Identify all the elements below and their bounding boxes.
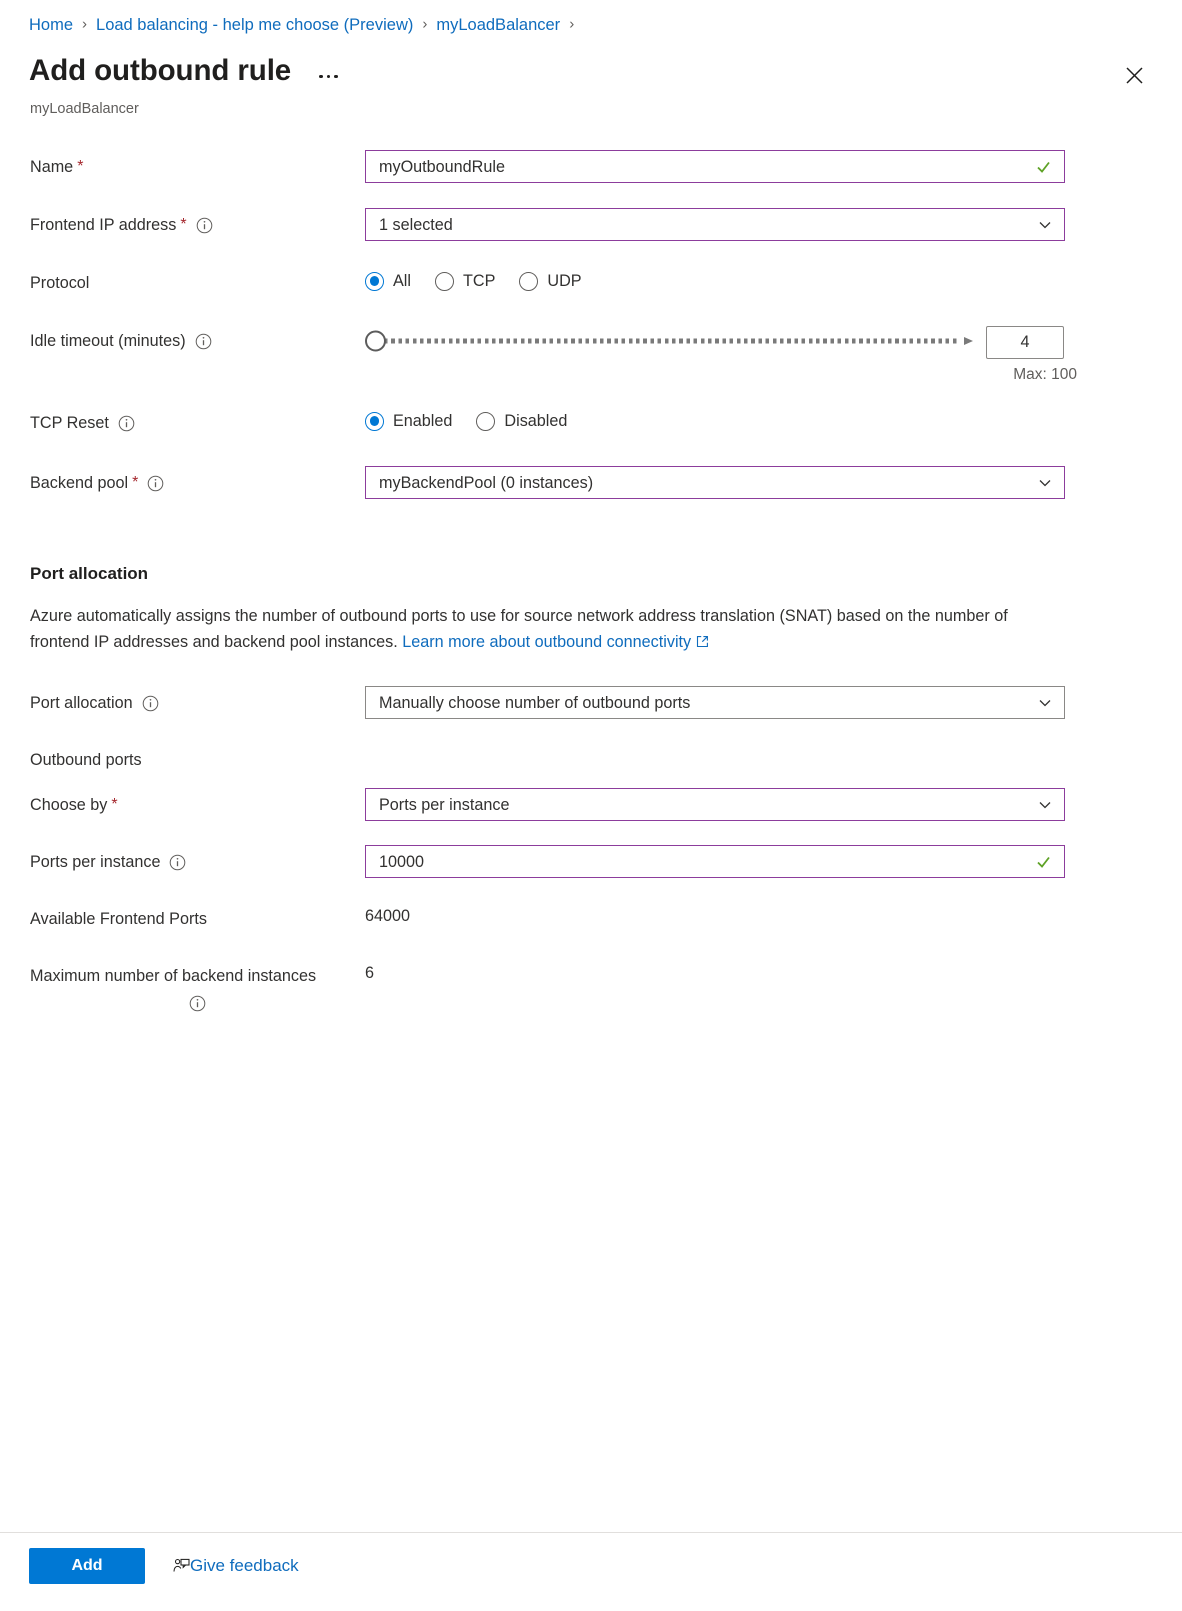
available-frontend-ports-value: 64000: [365, 902, 1182, 927]
info-icon[interactable]: [196, 217, 213, 234]
breadcrumb-separator-icon: ›: [82, 14, 87, 36]
form-row-idle-timeout: Idle timeout (minutes) 4: [0, 324, 1182, 406]
idle-timeout-label: Idle timeout (minutes): [0, 324, 365, 352]
tcp-reset-radio-group: Enabled Disabled: [365, 406, 1182, 432]
form-row-backend-pool: Backend pool* myBackendPool (0 instances…: [0, 466, 1182, 524]
ports-per-instance-value: 10000: [366, 851, 424, 873]
protocol-radio-tcp[interactable]: TCP: [435, 270, 495, 292]
breadcrumb: Home › Load balancing - help me choose (…: [29, 14, 583, 36]
protocol-label: Protocol: [0, 266, 365, 294]
page-title: Add outbound rule: [29, 52, 291, 90]
radio-dot-icon: [365, 272, 384, 291]
breadcrumb-item-home[interactable]: Home: [29, 14, 73, 36]
chevron-down-icon[interactable]: [1037, 217, 1053, 233]
protocol-radio-all[interactable]: All: [365, 270, 411, 292]
footer-actions: Add Give feedback: [29, 1548, 299, 1584]
info-icon[interactable]: [147, 475, 164, 492]
checkmark-icon: [1035, 158, 1052, 175]
name-input[interactable]: myOutboundRule: [365, 150, 1065, 183]
backend-pool-label: Backend pool*: [0, 466, 365, 494]
tcp-reset-label: TCP Reset: [0, 406, 365, 434]
footer-divider: [0, 1532, 1182, 1533]
form-row-available-frontend-ports: Available Frontend Ports 64000: [0, 902, 1182, 959]
chevron-down-icon[interactable]: [1037, 695, 1053, 711]
port-allocation-section-title: Port allocation: [0, 562, 1182, 586]
idle-timeout-max-label: Max: 100: [986, 365, 1077, 385]
idle-timeout-control: 4: [365, 324, 1182, 359]
breadcrumb-item-load-balancing[interactable]: Load balancing - help me choose (Preview…: [96, 14, 413, 36]
port-allocation-dropdown[interactable]: Manually choose number of outbound ports: [365, 686, 1065, 719]
breadcrumb-separator-icon: ›: [422, 14, 427, 36]
page-title-row: Add outbound rule: [29, 52, 342, 90]
form-row-tcp-reset: TCP Reset Enabled: [0, 406, 1182, 466]
form-row-port-allocation: Port allocation Manually choose number o…: [0, 686, 1182, 741]
outbound-rule-form: Name* myOutboundRule Frontend IP address…: [0, 150, 1182, 1016]
info-icon[interactable]: [30, 995, 365, 1012]
learn-more-link[interactable]: Learn more about outbound connectivity: [402, 633, 709, 651]
backend-pool-value: myBackendPool (0 instances): [366, 472, 593, 494]
chevron-down-icon[interactable]: [1037, 797, 1053, 813]
form-row-protocol: Protocol All TCP UDP: [0, 266, 1182, 324]
radio-dot-icon: [476, 412, 495, 431]
add-outbound-rule-blade: Home › Load balancing - help me choose (…: [0, 0, 1182, 1611]
frontend-ip-label: Frontend IP address*: [0, 208, 365, 236]
protocol-radio-group: All TCP UDP: [365, 266, 1182, 292]
page-subtitle: myLoadBalancer: [30, 99, 139, 119]
info-icon[interactable]: [195, 333, 212, 350]
max-backend-instances-label: Maximum number of backend instances: [0, 959, 365, 1012]
slider-thumb[interactable]: [365, 331, 386, 352]
ellipsis-icon[interactable]: [315, 69, 342, 85]
frontend-ip-dropdown[interactable]: 1 selected: [365, 208, 1065, 241]
form-row-name: Name* myOutboundRule: [0, 150, 1182, 208]
choose-by-label: Choose by*: [0, 788, 365, 816]
form-row-choose-by: Choose by* Ports per instance: [0, 788, 1182, 845]
external-link-icon: [696, 630, 709, 643]
choose-by-dropdown[interactable]: Ports per instance: [365, 788, 1065, 821]
radio-dot-icon: [519, 272, 538, 291]
description-line-1: Azure automatically assigns the number o…: [30, 607, 903, 625]
backend-pool-dropdown[interactable]: myBackendPool (0 instances): [365, 466, 1065, 499]
outbound-ports-label: Outbound ports: [0, 749, 1182, 771]
add-button[interactable]: Add: [29, 1548, 145, 1584]
form-row-frontend-ip: Frontend IP address* 1 selected: [0, 208, 1182, 266]
port-allocation-label: Port allocation: [0, 686, 365, 714]
close-icon[interactable]: [1117, 58, 1151, 92]
give-feedback-label: Give feedback: [190, 1555, 299, 1577]
name-label: Name*: [0, 150, 365, 178]
slider-track: [384, 339, 957, 344]
available-frontend-ports-label: Available Frontend Ports: [0, 902, 365, 930]
chevron-down-icon[interactable]: [1037, 475, 1053, 491]
info-icon[interactable]: [142, 695, 159, 712]
ports-per-instance-label: Ports per instance: [0, 845, 365, 873]
protocol-radio-udp[interactable]: UDP: [519, 270, 581, 292]
info-icon[interactable]: [118, 415, 135, 432]
give-feedback-link[interactable]: Give feedback: [173, 1555, 299, 1577]
breadcrumb-item-myloadbalancer[interactable]: myLoadBalancer: [436, 14, 560, 36]
choose-by-value: Ports per instance: [366, 794, 509, 816]
max-backend-instances-value: 6: [365, 959, 1182, 984]
form-row-max-backend-instances: Maximum number of backend instances 6: [0, 959, 1182, 1016]
ports-per-instance-input[interactable]: 10000: [365, 845, 1065, 878]
idle-timeout-input[interactable]: 4: [986, 326, 1064, 359]
port-allocation-description: Azure automatically assigns the number o…: [0, 603, 1060, 655]
name-input-value: myOutboundRule: [366, 156, 505, 178]
form-row-ports-per-instance: Ports per instance 10000: [0, 845, 1182, 902]
checkmark-icon: [1035, 853, 1052, 870]
port-allocation-value: Manually choose number of outbound ports: [366, 692, 690, 714]
radio-dot-icon: [365, 412, 384, 431]
tcp-reset-radio-disabled[interactable]: Disabled: [476, 410, 567, 432]
tcp-reset-radio-enabled[interactable]: Enabled: [365, 410, 452, 432]
feedback-person-icon: [173, 1558, 190, 1575]
idle-timeout-slider[interactable]: [365, 326, 973, 356]
info-icon[interactable]: [169, 854, 186, 871]
slider-track-arrow-icon: [964, 337, 973, 345]
radio-dot-icon: [435, 272, 454, 291]
breadcrumb-separator-icon: ›: [569, 14, 574, 36]
frontend-ip-value: 1 selected: [366, 214, 453, 236]
